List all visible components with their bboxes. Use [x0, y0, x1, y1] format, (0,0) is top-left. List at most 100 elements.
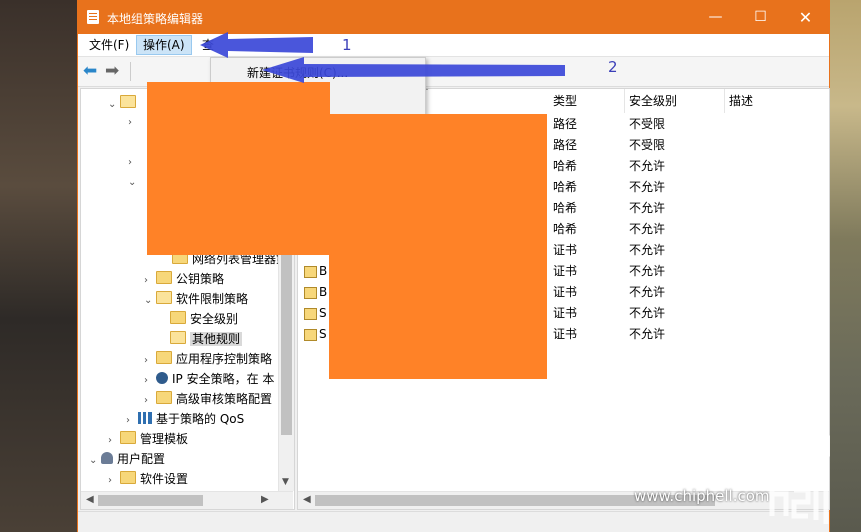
rule-name[interactable]: S: [319, 303, 327, 324]
annotation-label-2: 2: [608, 58, 618, 76]
folder-icon: [170, 311, 186, 324]
scroll-right-icon[interactable]: ▶: [261, 494, 269, 505]
scroll-left-icon[interactable]: ◀: [86, 494, 94, 505]
tree-horizontal-scrollbar[interactable]: ◀ ▶: [81, 491, 293, 509]
ip-security-icon: [156, 372, 168, 384]
scroll-thumb[interactable]: [98, 495, 203, 506]
app-icon: [87, 10, 99, 24]
desktop-background-right: [830, 0, 861, 532]
title-bar[interactable]: 本地组策略编辑器 — ☐ ✕: [78, 1, 829, 34]
tree-item-qos[interactable]: › 基于策略的 QoS: [126, 409, 244, 429]
rule-security-level: 不允许: [629, 306, 666, 320]
scroll-down-icon[interactable]: ▼: [282, 477, 289, 487]
arrow-shape: [262, 57, 565, 83]
tree-item-app-control[interactable]: › 应用程序控制策略: [144, 349, 272, 369]
folder-icon: [120, 431, 136, 444]
watermark-url: www.chiphell.com: [634, 487, 770, 505]
rule-type: 证书: [553, 264, 578, 278]
folder-icon: [170, 331, 186, 344]
desktop-background-left: [0, 0, 77, 532]
tree-item-label: 软件设置: [140, 472, 189, 486]
scroll-left-icon[interactable]: ◀: [303, 494, 311, 505]
rule-security-level: 不允许: [629, 201, 666, 215]
chevron-right-icon[interactable]: ›: [128, 153, 140, 173]
chevron-right-icon[interactable]: ›: [144, 351, 156, 371]
rule-type: 哈希: [553, 180, 578, 194]
rule-security-level: 不受限: [629, 138, 666, 152]
tree-item-advanced-audit[interactable]: › 高级审核策略配置: [144, 389, 272, 409]
tree-item-label: 安全级别: [190, 312, 239, 326]
folder-icon: [156, 391, 172, 404]
redaction-block: [329, 114, 547, 379]
rule-type: 证书: [553, 327, 578, 341]
rule-name[interactable]: B: [319, 261, 327, 282]
menu-file[interactable]: 文件(F): [83, 36, 135, 54]
window-title: 本地组策略编辑器: [107, 12, 204, 26]
folder-icon: [120, 471, 136, 484]
chevron-down-icon[interactable]: ⌄: [144, 291, 156, 311]
rule-security-level: 不允许: [629, 159, 666, 173]
tree-item-collapsed[interactable]: ›: [128, 111, 140, 131]
maximize-button[interactable]: ☐: [738, 1, 783, 34]
rule-security-level: 不允许: [629, 180, 666, 194]
annotation-label-1: 1: [342, 36, 352, 54]
tree-item-label: 基于策略的 QoS: [156, 412, 245, 426]
column-header-type[interactable]: 类型: [549, 89, 625, 113]
rule-type: 哈希: [553, 201, 578, 215]
rule-icon: [304, 308, 317, 320]
close-button[interactable]: ✕: [783, 1, 828, 34]
tree-item-label: 公钥策略: [176, 272, 225, 286]
rule-type: 哈希: [553, 159, 578, 173]
rule-security-level: 不允许: [629, 222, 666, 236]
tree-item-collapsed[interactable]: ›: [128, 151, 140, 171]
tree-item-root-folder[interactable]: ⌄: [108, 93, 140, 113]
tree-item-label: 管理模板: [140, 432, 189, 446]
chevron-down-icon[interactable]: ⌄: [108, 95, 120, 115]
tree-item-software-settings[interactable]: › 软件设置: [108, 469, 188, 489]
tree-item-label: 高级审核策略配置: [176, 392, 273, 406]
chevron-right-icon[interactable]: ›: [144, 271, 156, 291]
chevron-right-icon[interactable]: ›: [108, 471, 120, 491]
tree-item-label: 用户配置: [117, 452, 166, 466]
rule-security-level: 不允许: [629, 243, 666, 257]
folder-icon: [156, 271, 172, 284]
rule-type: 路径: [553, 117, 578, 131]
rule-name[interactable]: B: [319, 282, 327, 303]
tree-item-expanded[interactable]: ⌄: [128, 171, 140, 191]
rule-type: 路径: [553, 138, 578, 152]
rule-security-level: 不允许: [629, 285, 666, 299]
column-header-security-level[interactable]: 安全级别: [625, 89, 725, 113]
forward-arrow-icon[interactable]: ➡: [105, 63, 119, 80]
rule-icon: [304, 329, 317, 341]
rule-type: 哈希: [553, 222, 578, 236]
chevron-right-icon[interactable]: ›: [108, 431, 120, 451]
rule-security-level: 不允许: [629, 327, 666, 341]
rule-type: 证书: [553, 285, 578, 299]
back-arrow-icon[interactable]: ⬅: [83, 63, 97, 80]
tree-item-label: 应用程序控制策略: [176, 352, 273, 366]
user-config-icon: [101, 452, 113, 464]
tree-item-security-levels[interactable]: 安全级别: [170, 309, 238, 329]
tree-item-additional-rules[interactable]: 其他规则: [170, 329, 243, 349]
tree-item-ip-security[interactable]: › IP 安全策略，在 本: [144, 369, 274, 389]
chevron-right-icon[interactable]: ›: [144, 391, 156, 411]
menu-action[interactable]: 操作(A): [136, 35, 192, 55]
chevron-right-icon[interactable]: ›: [128, 113, 140, 133]
folder-icon: [156, 291, 172, 304]
status-bar: [78, 511, 829, 532]
rule-security-level: 不受限: [629, 117, 666, 131]
annotation-arrow-2: [262, 57, 565, 83]
tree-item-software-restriction[interactable]: ⌄ 软件限制策略: [144, 289, 248, 309]
tree-item-public-key[interactable]: › 公钥策略: [144, 269, 224, 289]
chevron-right-icon[interactable]: ›: [144, 371, 156, 391]
chevron-down-icon[interactable]: ⌄: [89, 451, 101, 471]
tree-item-label: 其他规则: [190, 332, 243, 346]
rule-name[interactable]: S: [319, 324, 327, 345]
chevron-down-icon[interactable]: ⌄: [128, 173, 140, 193]
rule-icon: [304, 287, 317, 299]
chevron-right-icon[interactable]: ›: [126, 411, 138, 431]
column-header-description[interactable]: 描述: [725, 89, 829, 113]
tree-item-user-config[interactable]: ⌄ 用户配置: [89, 449, 165, 469]
tree-item-admin-templates[interactable]: › 管理模板: [108, 429, 188, 449]
minimize-button[interactable]: —: [693, 1, 738, 34]
